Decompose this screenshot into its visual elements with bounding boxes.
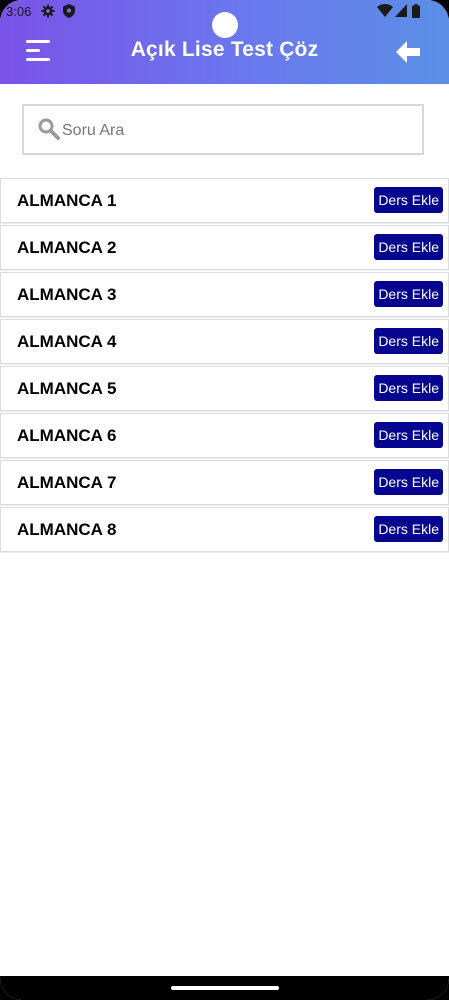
add-course-button[interactable]: Ders Ekle: [374, 187, 443, 213]
app-header: 3:06 Açık Lise Test Çöz: [0, 0, 449, 84]
battery-icon: [412, 4, 420, 21]
camera-cutout: [212, 12, 238, 38]
add-course-button[interactable]: Ders Ekle: [374, 375, 443, 401]
search-box: [22, 104, 424, 155]
add-course-button[interactable]: Ders Ekle: [374, 422, 443, 448]
list-item-label: ALMANCA 8: [17, 520, 117, 539]
list-item-label: ALMANCA 6: [17, 426, 117, 445]
list-item-label: ALMANCA 7: [17, 473, 117, 492]
add-course-button[interactable]: Ders Ekle: [374, 234, 443, 260]
wifi-icon: [377, 4, 393, 20]
page-title: Açık Lise Test Çöz: [130, 38, 319, 61]
list-item[interactable]: ALMANCA 7 Ders Ekle: [0, 460, 449, 505]
list-item-label: ALMANCA 1: [17, 191, 117, 210]
navigation-bar: [0, 976, 449, 1000]
add-course-button[interactable]: Ders Ekle: [374, 516, 443, 542]
back-arrow-icon[interactable]: [396, 41, 422, 63]
list-item[interactable]: ALMANCA 3 Ders Ekle: [0, 272, 449, 317]
app-screen: 3:06 Açık Lise Test Çöz Soru Ara ALMANCA…: [0, 0, 449, 1000]
home-indicator[interactable]: [171, 986, 279, 990]
list-item[interactable]: ALMANCA 4 Ders Ekle: [0, 319, 449, 364]
course-list: ALMANCA 1 Ders Ekle ALMANCA 2 Ders Ekle …: [0, 178, 449, 554]
add-course-button[interactable]: Ders Ekle: [374, 281, 443, 307]
add-course-button[interactable]: Ders Ekle: [374, 469, 443, 495]
list-item-label: ALMANCA 2: [17, 238, 117, 257]
list-item[interactable]: ALMANCA 2 Ders Ekle: [0, 225, 449, 270]
list-item[interactable]: ALMANCA 8 Ders Ekle: [0, 507, 449, 552]
search-input[interactable]: [60, 118, 404, 144]
list-item-label: ALMANCA 3: [17, 285, 117, 304]
list-item[interactable]: ALMANCA 1 Ders Ekle: [0, 178, 449, 223]
search-icon: [38, 118, 60, 145]
list-item-label: ALMANCA 5: [17, 379, 117, 398]
signal-icon: [395, 4, 407, 20]
list-item-label: ALMANCA 4: [17, 332, 117, 351]
gear-icon: [41, 4, 55, 21]
shield-icon: [63, 4, 75, 21]
status-time: 3:06: [6, 4, 32, 19]
list-item[interactable]: ALMANCA 6 Ders Ekle: [0, 413, 449, 458]
list-item[interactable]: ALMANCA 5 Ders Ekle: [0, 366, 449, 411]
add-course-button[interactable]: Ders Ekle: [374, 328, 443, 354]
